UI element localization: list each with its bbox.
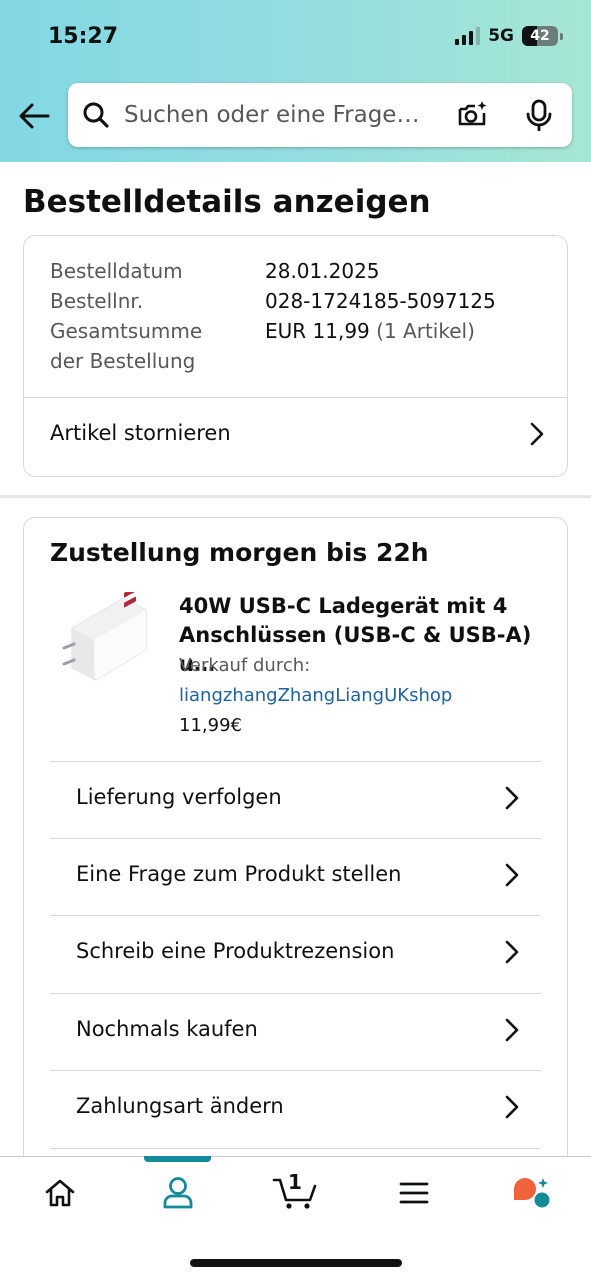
search-icon	[83, 102, 109, 128]
active-tab-indicator	[144, 1156, 211, 1162]
divider	[50, 993, 541, 994]
cancel-items-button[interactable]: Artikel stornieren	[50, 421, 231, 445]
write-review-button[interactable]: Schreib eine Produktrezension	[76, 939, 394, 963]
home-indicator	[190, 1259, 402, 1267]
ask-product-question-button[interactable]: Eine Frage zum Produkt stellen	[76, 862, 401, 886]
chevron-right-icon	[505, 786, 519, 810]
product-image[interactable]	[54, 592, 154, 684]
divider	[24, 397, 567, 398]
search-bar[interactable]: Suchen oder eine Frage…	[68, 83, 572, 147]
battery-icon: 42	[522, 26, 558, 46]
signal-icon	[455, 27, 481, 45]
divider	[50, 915, 541, 916]
search-input[interactable]: Suchen oder eine Frage…	[124, 102, 419, 128]
status-indicators: 5G 42	[455, 26, 563, 46]
battery-level: 42	[530, 28, 550, 44]
network-type: 5G	[488, 26, 514, 46]
chevron-right-icon	[505, 1018, 519, 1042]
chevron-right-icon	[505, 1095, 519, 1119]
order-number-value: 028-1724185-5097125	[265, 289, 496, 313]
order-total-label-line2: der Bestellung	[50, 349, 196, 373]
order-item-count: (1 Artikel)	[376, 319, 475, 343]
product-price: 11,99€	[179, 715, 242, 736]
account-icon[interactable]	[162, 1176, 194, 1210]
divider	[50, 1148, 541, 1149]
battery-cap	[560, 32, 563, 40]
buy-again-button[interactable]: Nochmals kaufen	[76, 1017, 258, 1041]
delivery-status-title: Zustellung morgen bis 22h	[50, 538, 429, 567]
page-title: Bestelldetails anzeigen	[23, 184, 431, 220]
order-total-amount: EUR 11,99	[265, 319, 370, 343]
camera-search-icon[interactable]	[456, 99, 488, 131]
order-date-label: Bestelldatum	[50, 259, 183, 283]
chevron-right-icon	[530, 422, 544, 446]
chevron-right-icon	[505, 940, 519, 964]
divider	[50, 838, 541, 839]
change-payment-button[interactable]: Zahlungsart ändern	[76, 1094, 284, 1118]
order-total-value: EUR 11,99 (1 Artikel)	[265, 316, 475, 346]
order-date-value: 28.01.2025	[265, 259, 380, 283]
cart-count-badge: 1	[288, 1170, 302, 1194]
microphone-icon[interactable]	[524, 99, 554, 131]
home-icon[interactable]	[44, 1178, 76, 1208]
sold-by-label: Verkauf durch:	[179, 655, 311, 676]
order-number-label: Bestellnr.	[50, 289, 144, 313]
section-divider	[0, 495, 591, 498]
rufus-assistant-icon[interactable]	[512, 1176, 552, 1210]
menu-icon[interactable]	[399, 1180, 429, 1206]
divider	[50, 761, 541, 762]
status-time: 15:27	[48, 24, 119, 49]
chevron-right-icon	[505, 863, 519, 887]
track-package-button[interactable]: Lieferung verfolgen	[76, 785, 282, 809]
divider	[50, 1070, 541, 1071]
seller-link[interactable]: liangzhangZhangLiangUKshop	[179, 685, 452, 706]
back-arrow-icon[interactable]	[16, 98, 52, 134]
order-total-label: Gesamtsumme	[50, 319, 203, 343]
